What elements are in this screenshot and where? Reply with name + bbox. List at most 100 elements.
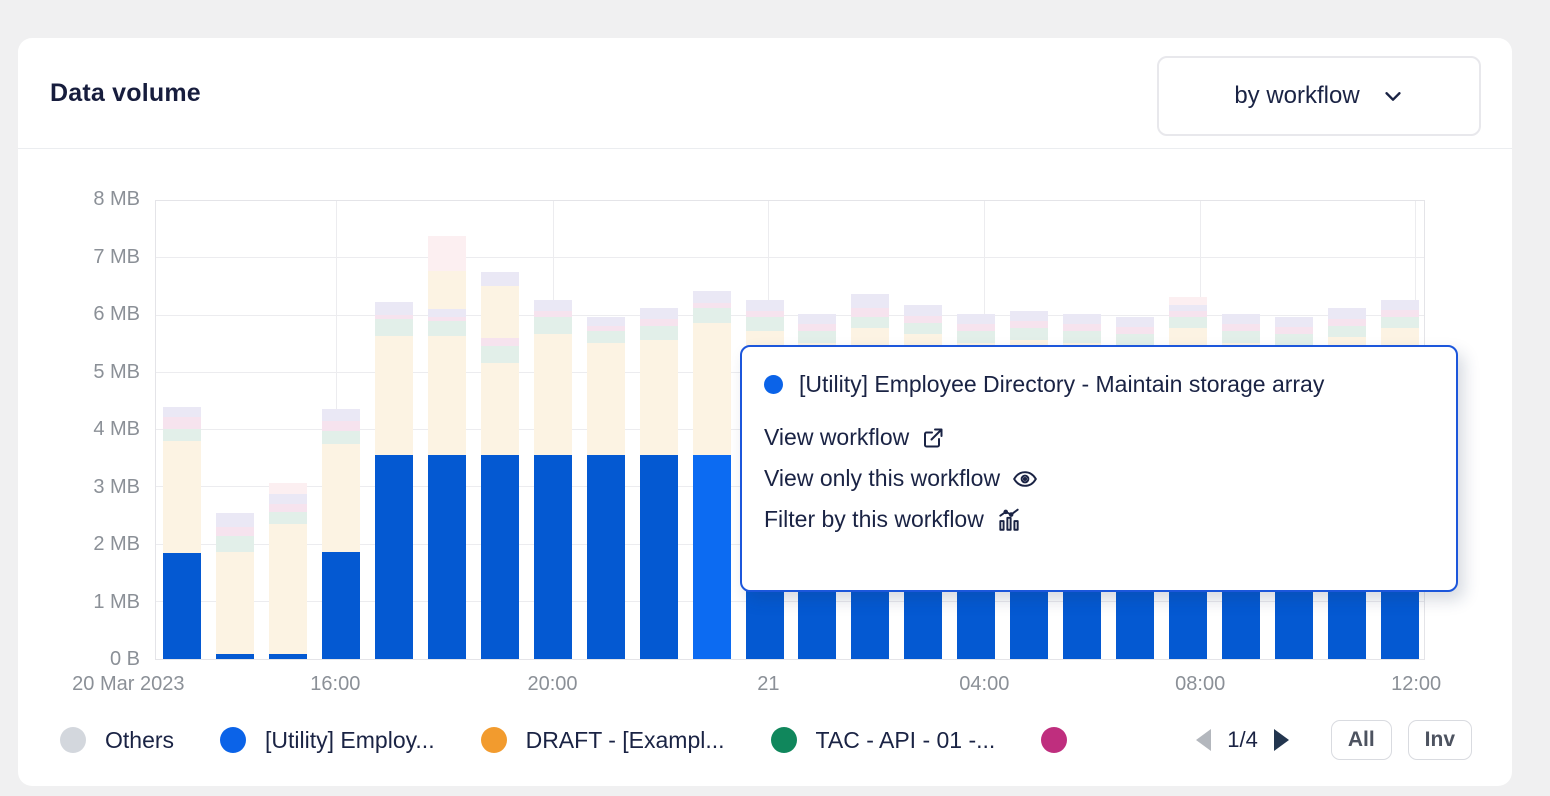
bar-segment-green [1063,331,1101,343]
bar-segment-rose [269,483,307,494]
bar-segment-blue [481,455,519,659]
bar-segment-lavender [1381,300,1419,310]
bar-segment-green [746,317,784,331]
bar-segment-lavender [851,294,889,308]
legend-item-others[interactable]: Others [60,727,174,754]
bar-segment-pink [1169,311,1207,317]
legend-inv-button[interactable]: Inv [1408,720,1472,760]
legend-item-tac[interactable]: TAC - API - 01 -... [771,727,996,754]
bar-segment-green [640,326,678,340]
bar-segment-pink [693,303,731,309]
bar-segment-blue [216,654,254,659]
bar-segment-lavender [322,409,360,421]
y-tick-label: 4 MB [50,418,140,441]
bar-segment-blue [428,455,466,659]
legend-all-button[interactable]: All [1331,720,1392,760]
bar-segment-pink [428,317,466,320]
chevron-down-icon [1382,85,1404,107]
bar-segment-lavender [1275,317,1313,327]
y-tick-label: 6 MB [50,303,140,326]
y-tick-label: 1 MB [50,591,140,614]
bar-segment-cream [375,336,413,455]
bar-segment-lavender [1116,317,1154,327]
bar-segment-rose [1169,297,1207,306]
bar-segment-green [163,429,201,441]
bar-segment-lavender [693,291,731,303]
bar-segment-cream [269,524,307,654]
bar-segment-pink [216,527,254,536]
series-tooltip: [Utility] Employee Directory - Maintain … [740,345,1458,592]
legend-swatch-tac [771,727,797,753]
bar-segment-green [1381,317,1419,329]
bar-segment-green [1010,328,1048,340]
bar-segment-green [534,317,572,334]
bar-segment-green [269,512,307,524]
bar-segment-green [851,317,889,329]
x-tick-label: 20:00 [527,673,577,696]
bar-segment-blue [375,455,413,659]
bar-segment-blue [322,552,360,659]
x-tick-label: 08:00 [1175,673,1225,696]
bar-segment-green [904,323,942,335]
bar-segment-pink [1063,324,1101,331]
bar-segment-green [957,331,995,343]
bar-segment-lavender [1169,305,1207,311]
tooltip-header: [Utility] Employee Directory - Maintain … [764,371,1434,398]
bar-segment-lavender [1063,314,1101,324]
bar-segment-cream [481,286,519,338]
bar-segment-green [375,319,413,336]
legend-label-tac: TAC - API - 01 -... [816,727,996,754]
bar-segment-cream [640,340,678,455]
x-tick-label: 21 [757,673,779,696]
bar-segment-lavender [798,314,836,324]
view-workflow-link[interactable]: View workflow [764,424,945,451]
bar-segment-lavender [1222,314,1260,324]
bar-segment-pink [534,311,572,317]
bar-segment-pink [587,326,625,332]
bar-segment-pink [322,421,360,431]
bar-segment-pink [746,311,784,317]
view-only-workflow-link[interactable]: View only this workflow [764,465,1038,492]
bar-segment-lavender [163,407,201,417]
bar-segment-cream [587,343,625,455]
bar-segment-pink [1275,327,1313,334]
bar-segment-lavender [587,317,625,326]
x-tick-label: 16:00 [310,673,360,696]
bar-segment-green [1169,317,1207,329]
bar-segment-green [322,431,360,444]
bar-segment-green [428,321,466,336]
bar-segment-green [693,308,731,322]
bar-segment-green [216,536,254,552]
bar-segment-green [587,331,625,343]
view-only-workflow-label: View only this workflow [764,465,1000,492]
eye-icon [1012,466,1038,492]
legend-swatch-utility [220,727,246,753]
bar-segment-blue [163,553,201,659]
bar-segment-pink [1328,319,1366,326]
bar-segment-lavender [428,309,466,317]
bar-segment-blue [693,455,731,659]
legend-next-icon[interactable] [1274,729,1289,751]
y-tick-label: 7 MB [50,246,140,269]
bar-segment-lavender [904,305,942,315]
bar-segment-green [1275,334,1313,346]
bar-segment-lavender [375,302,413,315]
bar-segment-cream [481,363,519,455]
legend-swatch-others [60,727,86,753]
page-title: Data volume [50,79,201,108]
legend-label-draft: DRAFT - [Exampl... [526,727,725,754]
legend-item-draft[interactable]: DRAFT - [Exampl... [481,727,725,754]
bar-segment-pink [1222,324,1260,331]
bar-segment-blue [534,455,572,659]
bar-segment-lavender [957,314,995,324]
legend-prev-icon[interactable] [1196,729,1211,751]
bar-segment-rose [428,236,466,271]
legend-item-magenta[interactable] [1041,727,1067,753]
legend-item-utility[interactable]: [Utility] Employ... [220,727,435,754]
bar-segment-lavender [481,272,519,286]
legend-swatch-magenta [1041,727,1067,753]
legend-label-utility: [Utility] Employ... [265,727,435,754]
group-by-dropdown[interactable]: by workflow [1157,56,1481,136]
group-by-dropdown-value: by workflow [1234,82,1359,110]
filter-by-workflow-link[interactable]: Filter by this workflow [764,506,1022,533]
